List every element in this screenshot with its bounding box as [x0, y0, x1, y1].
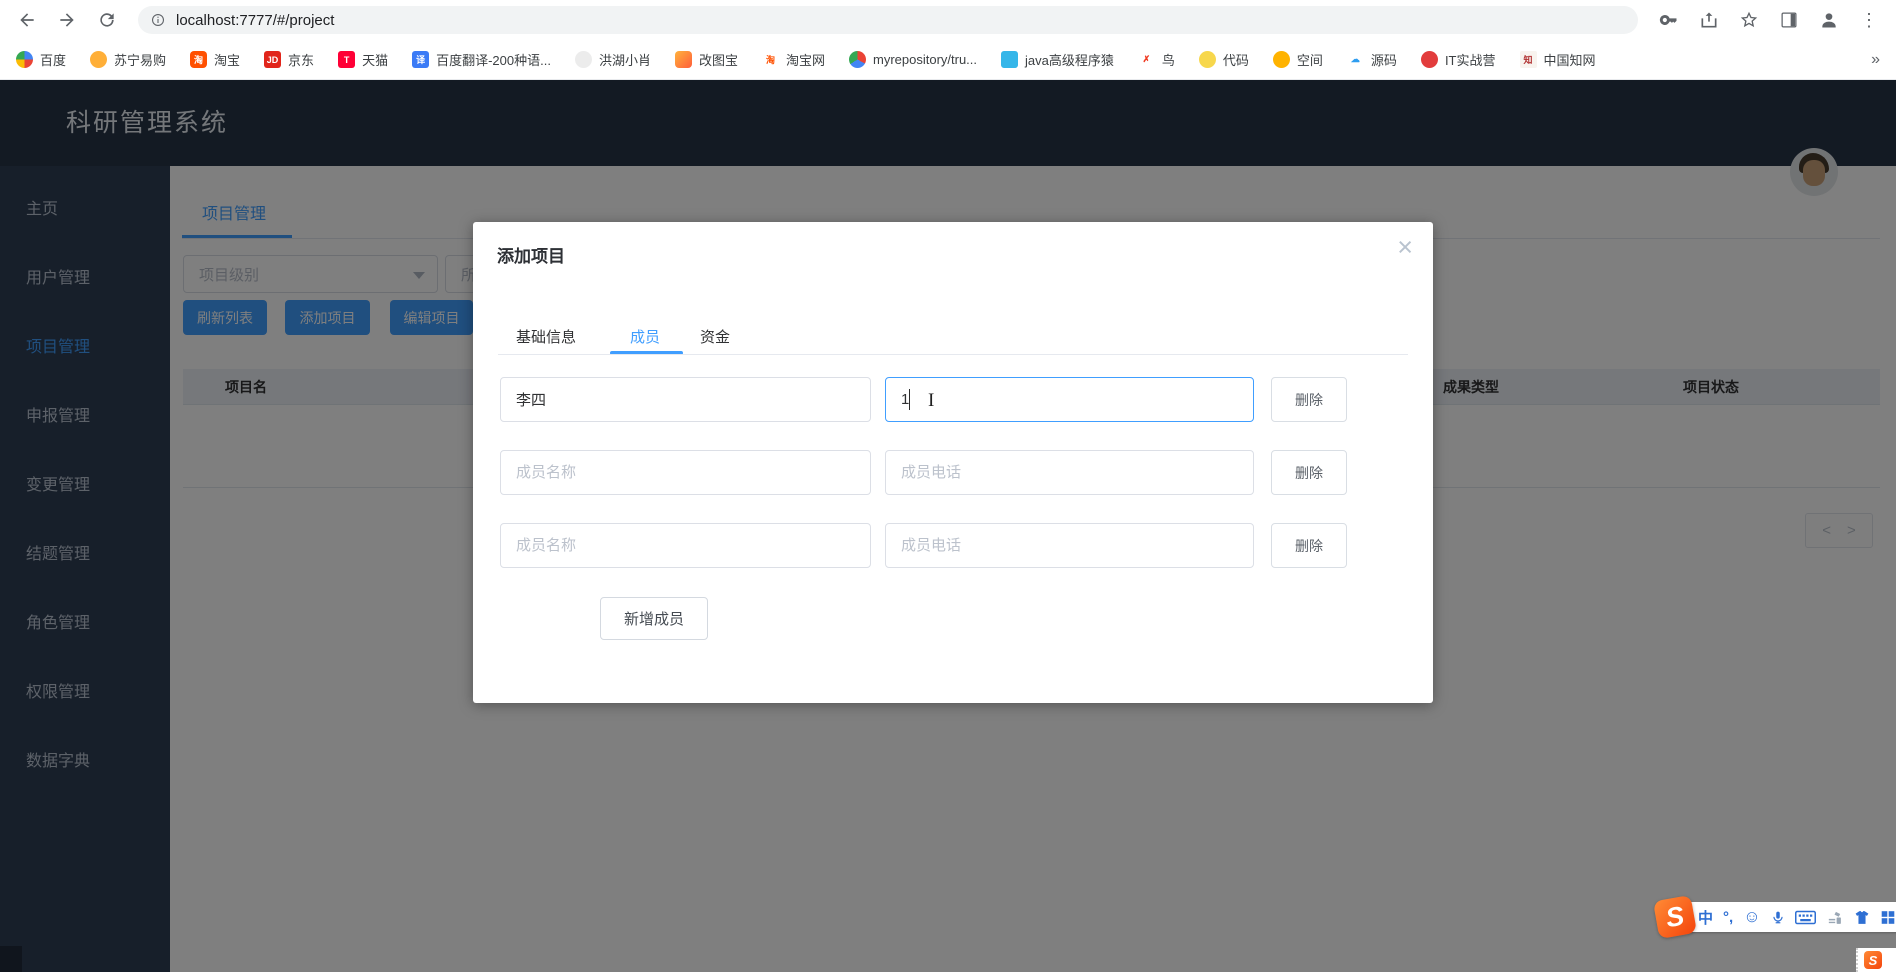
- bookmark-item[interactable]: 苏宁易购: [90, 50, 166, 69]
- add-member-button[interactable]: 新增成员: [600, 597, 708, 640]
- bookmarks-overflow-chevron[interactable]: »: [1871, 51, 1880, 69]
- member-phone-input[interactable]: [885, 450, 1254, 495]
- repo-favicon: [849, 51, 866, 68]
- address-bar[interactable]: localhost:7777/#/project: [138, 6, 1638, 34]
- bookmark-item[interactable]: ☁源码: [1347, 50, 1397, 69]
- ime-mic-icon[interactable]: [1771, 908, 1785, 927]
- site-info-icon[interactable]: [150, 12, 166, 28]
- suning-favicon: [90, 51, 107, 68]
- yuanma-favicon: ☁: [1347, 51, 1364, 68]
- bird-favicon: ✗: [1138, 51, 1155, 68]
- member-phone-input[interactable]: [885, 523, 1254, 568]
- dialog-tab-members[interactable]: 成员: [630, 326, 660, 347]
- bookmark-item[interactable]: 洪湖小肖: [575, 50, 651, 69]
- bookmark-item[interactable]: ✗鸟: [1138, 50, 1175, 69]
- jd-favicon: JD: [264, 51, 281, 68]
- close-icon[interactable]: ×: [1397, 234, 1413, 261]
- ime-toolbar: S 中 °, ☺: [1656, 898, 1896, 936]
- ime-toolbox-icon[interactable]: [1826, 909, 1843, 926]
- delete-member-button[interactable]: 删除: [1271, 523, 1347, 568]
- bookmark-item[interactable]: T天猫: [338, 50, 388, 69]
- bookmark-item[interactable]: IT实战营: [1421, 50, 1496, 69]
- ime-tray-mini[interactable]: S: [1856, 948, 1896, 972]
- member-phone-input[interactable]: [885, 377, 1254, 422]
- bookmark-item[interactable]: myrepository/tru...: [849, 51, 977, 68]
- qzone-favicon: [1273, 51, 1290, 68]
- password-key-icon[interactable]: [1652, 4, 1686, 36]
- bookmark-item[interactable]: 百度: [16, 50, 66, 69]
- itcamp-favicon: [1421, 51, 1438, 68]
- url-text: localhost:7777/#/project: [176, 12, 334, 29]
- bookmark-star-icon[interactable]: [1732, 4, 1766, 36]
- browser-toolbar: localhost:7777/#/project ⋮: [0, 0, 1896, 40]
- bookmark-item[interactable]: 译百度翻译-200种语...: [412, 50, 551, 69]
- dialog-tab-funds[interactable]: 资金: [700, 326, 730, 347]
- dialog-tab-basic-info[interactable]: 基础信息: [516, 326, 576, 347]
- code-favicon: [1199, 51, 1216, 68]
- dialog-title: 添加项目: [497, 242, 565, 267]
- bookmarks-bar: 百度 苏宁易购 淘淘宝 JD京东 T天猫 译百度翻译-200种语... 洪湖小肖…: [0, 40, 1896, 80]
- member-name-input[interactable]: [500, 377, 871, 422]
- side-panel-icon[interactable]: [1772, 4, 1806, 36]
- reload-icon[interactable]: [90, 4, 124, 36]
- ime-emoji-icon[interactable]: ☺: [1743, 907, 1760, 927]
- sogou-logo-icon[interactable]: S: [1653, 895, 1697, 939]
- ime-more-grid-icon[interactable]: [1881, 910, 1895, 925]
- bookmark-item[interactable]: 知中国知网: [1520, 50, 1596, 69]
- sogou-mini-icon: S: [1864, 951, 1882, 969]
- bookmark-item[interactable]: 空间: [1273, 50, 1323, 69]
- honghu-favicon: [575, 51, 592, 68]
- bookmark-item[interactable]: 淘淘宝: [190, 50, 240, 69]
- bookmark-item[interactable]: 改图宝: [675, 50, 738, 69]
- forward-icon[interactable]: [50, 4, 84, 36]
- bookmark-item[interactable]: 淘淘宝网: [762, 50, 825, 69]
- tmall-favicon: T: [338, 51, 355, 68]
- gaitubao-favicon: [675, 51, 692, 68]
- add-project-dialog: 添加项目 × 基础信息 成员 资金 删除 I 删除 删除 新增成员: [473, 222, 1433, 703]
- member-name-input[interactable]: [500, 523, 871, 568]
- ime-chinese-mode-icon[interactable]: 中: [1698, 907, 1713, 928]
- profile-avatar-icon[interactable]: [1812, 4, 1846, 36]
- back-icon[interactable]: [10, 4, 44, 36]
- ime-bar: 中 °, ☺: [1686, 902, 1896, 932]
- mouse-ibeam-cursor: I: [928, 390, 934, 412]
- share-icon[interactable]: [1692, 4, 1726, 36]
- java-favicon: [1001, 51, 1018, 68]
- delete-member-button[interactable]: 删除: [1271, 450, 1347, 495]
- member-name-input[interactable]: [500, 450, 871, 495]
- cnki-favicon: 知: [1520, 51, 1537, 68]
- dialog-tab-divider: [498, 354, 1408, 355]
- delete-member-button[interactable]: 删除: [1271, 377, 1347, 422]
- browser-menu-icon[interactable]: ⋮: [1852, 4, 1886, 36]
- taobaowang-favicon: 淘: [762, 51, 779, 68]
- taobao-favicon: 淘: [190, 51, 207, 68]
- bookmark-item[interactable]: JD京东: [264, 50, 314, 69]
- ime-punctuation-icon[interactable]: °,: [1723, 909, 1733, 926]
- ime-keyboard-icon[interactable]: [1795, 910, 1816, 925]
- fanyi-favicon: 译: [412, 51, 429, 68]
- bookmark-item[interactable]: java高级程序猿: [1001, 50, 1114, 69]
- bookmark-item[interactable]: 代码: [1199, 50, 1249, 69]
- baidu-favicon: [16, 51, 33, 68]
- ime-skin-shirt-icon[interactable]: [1853, 909, 1871, 926]
- text-caret: [909, 389, 910, 410]
